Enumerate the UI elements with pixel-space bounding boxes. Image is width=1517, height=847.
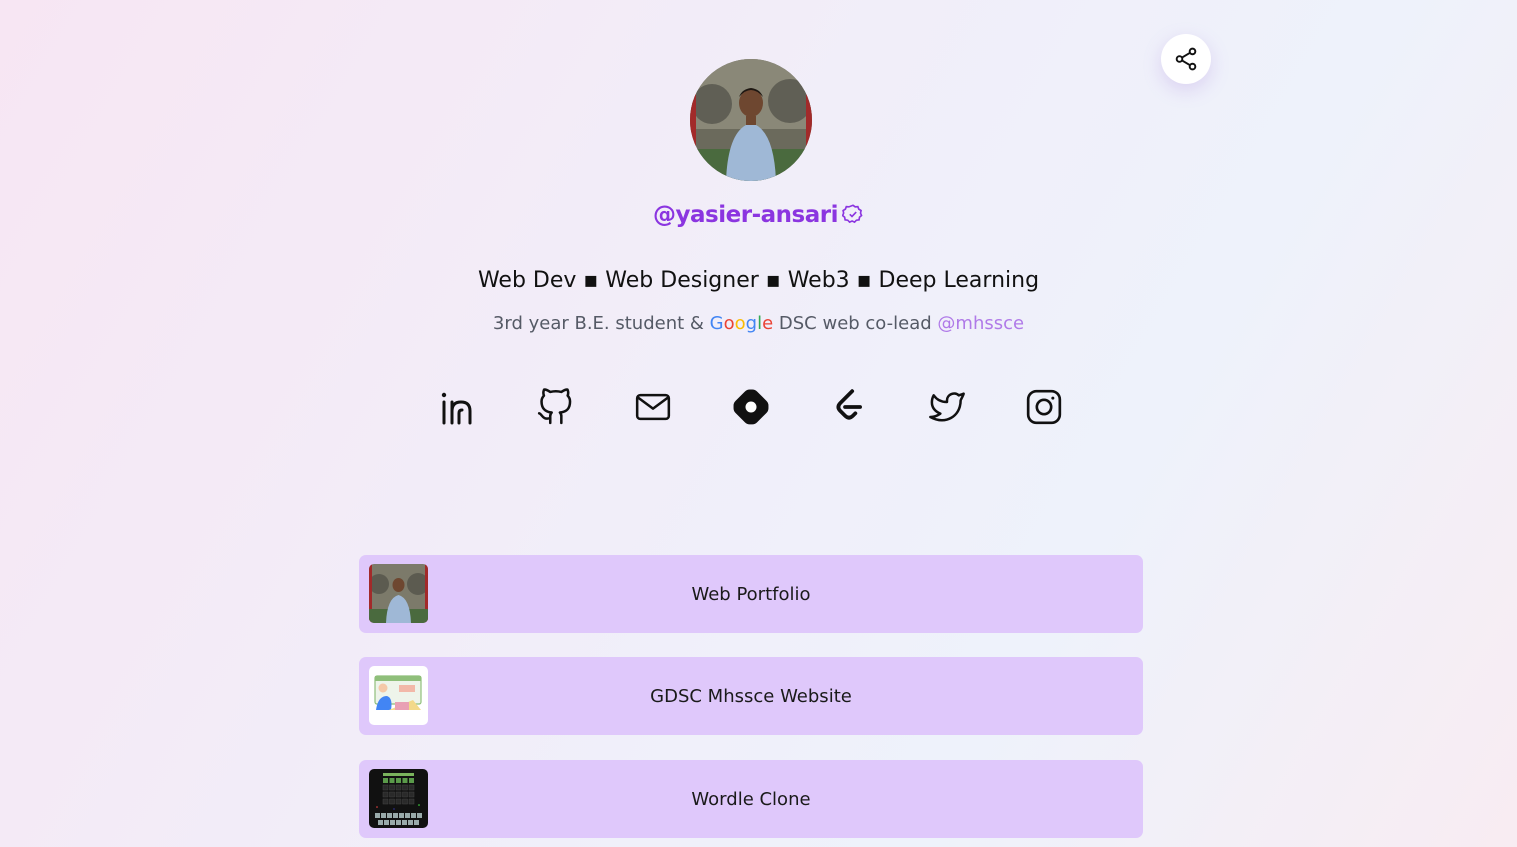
google-letter: g <box>745 313 758 334</box>
github-icon <box>537 388 572 425</box>
link-card-wordle-clone[interactable]: Wordle Clone <box>359 760 1143 838</box>
google-letter: o <box>734 313 746 334</box>
bio: 3rd year B.E. student & Google DSC web c… <box>0 313 1517 334</box>
link-thumbnail-gdsc <box>369 666 428 725</box>
instagram-icon <box>1026 389 1062 425</box>
google-letter: o <box>723 313 735 334</box>
username-row: @yasier-ansari <box>0 202 1517 231</box>
avatar <box>690 59 812 181</box>
email-link[interactable] <box>631 385 675 429</box>
verified-badge-icon <box>841 203 864 231</box>
link-label: GDSC Mhssce Website <box>650 685 852 707</box>
tagline: Web Dev ▪ Web Designer ▪ Web3 ▪ Deep Lea… <box>477 268 1040 293</box>
twitter-icon <box>929 392 965 422</box>
twitter-link[interactable] <box>925 385 969 429</box>
social-links <box>0 385 1517 431</box>
share-button[interactable] <box>1161 34 1211 84</box>
hashnode-link[interactable] <box>729 385 773 429</box>
username: @yasier-ansari <box>653 202 838 228</box>
org-handle-link[interactable]: @mhssce <box>937 313 1024 334</box>
google-letter: e <box>762 313 774 334</box>
github-link[interactable] <box>533 385 577 429</box>
bio-middle: DSC web co-lead <box>773 313 938 334</box>
mail-icon <box>635 393 671 421</box>
linkedin-link[interactable] <box>435 385 479 429</box>
leetcode-icon <box>836 389 862 420</box>
link-card-web-portfolio[interactable]: Web Portfolio <box>359 555 1143 633</box>
hashnode-icon <box>733 389 769 425</box>
bio-prefix: 3rd year B.E. student & <box>492 313 710 334</box>
linkedin-icon <box>441 392 472 425</box>
link-label: Wordle Clone <box>691 788 811 810</box>
google-letter: G <box>709 313 724 334</box>
link-thumbnail-portfolio <box>369 564 428 623</box>
leetcode-link[interactable] <box>827 385 871 429</box>
link-thumbnail-wordle <box>369 769 428 828</box>
link-label: Web Portfolio <box>691 583 811 605</box>
instagram-link[interactable] <box>1022 385 1066 429</box>
share-icon <box>1175 47 1197 71</box>
link-card-gdsc-website[interactable]: GDSC Mhssce Website <box>359 657 1143 735</box>
